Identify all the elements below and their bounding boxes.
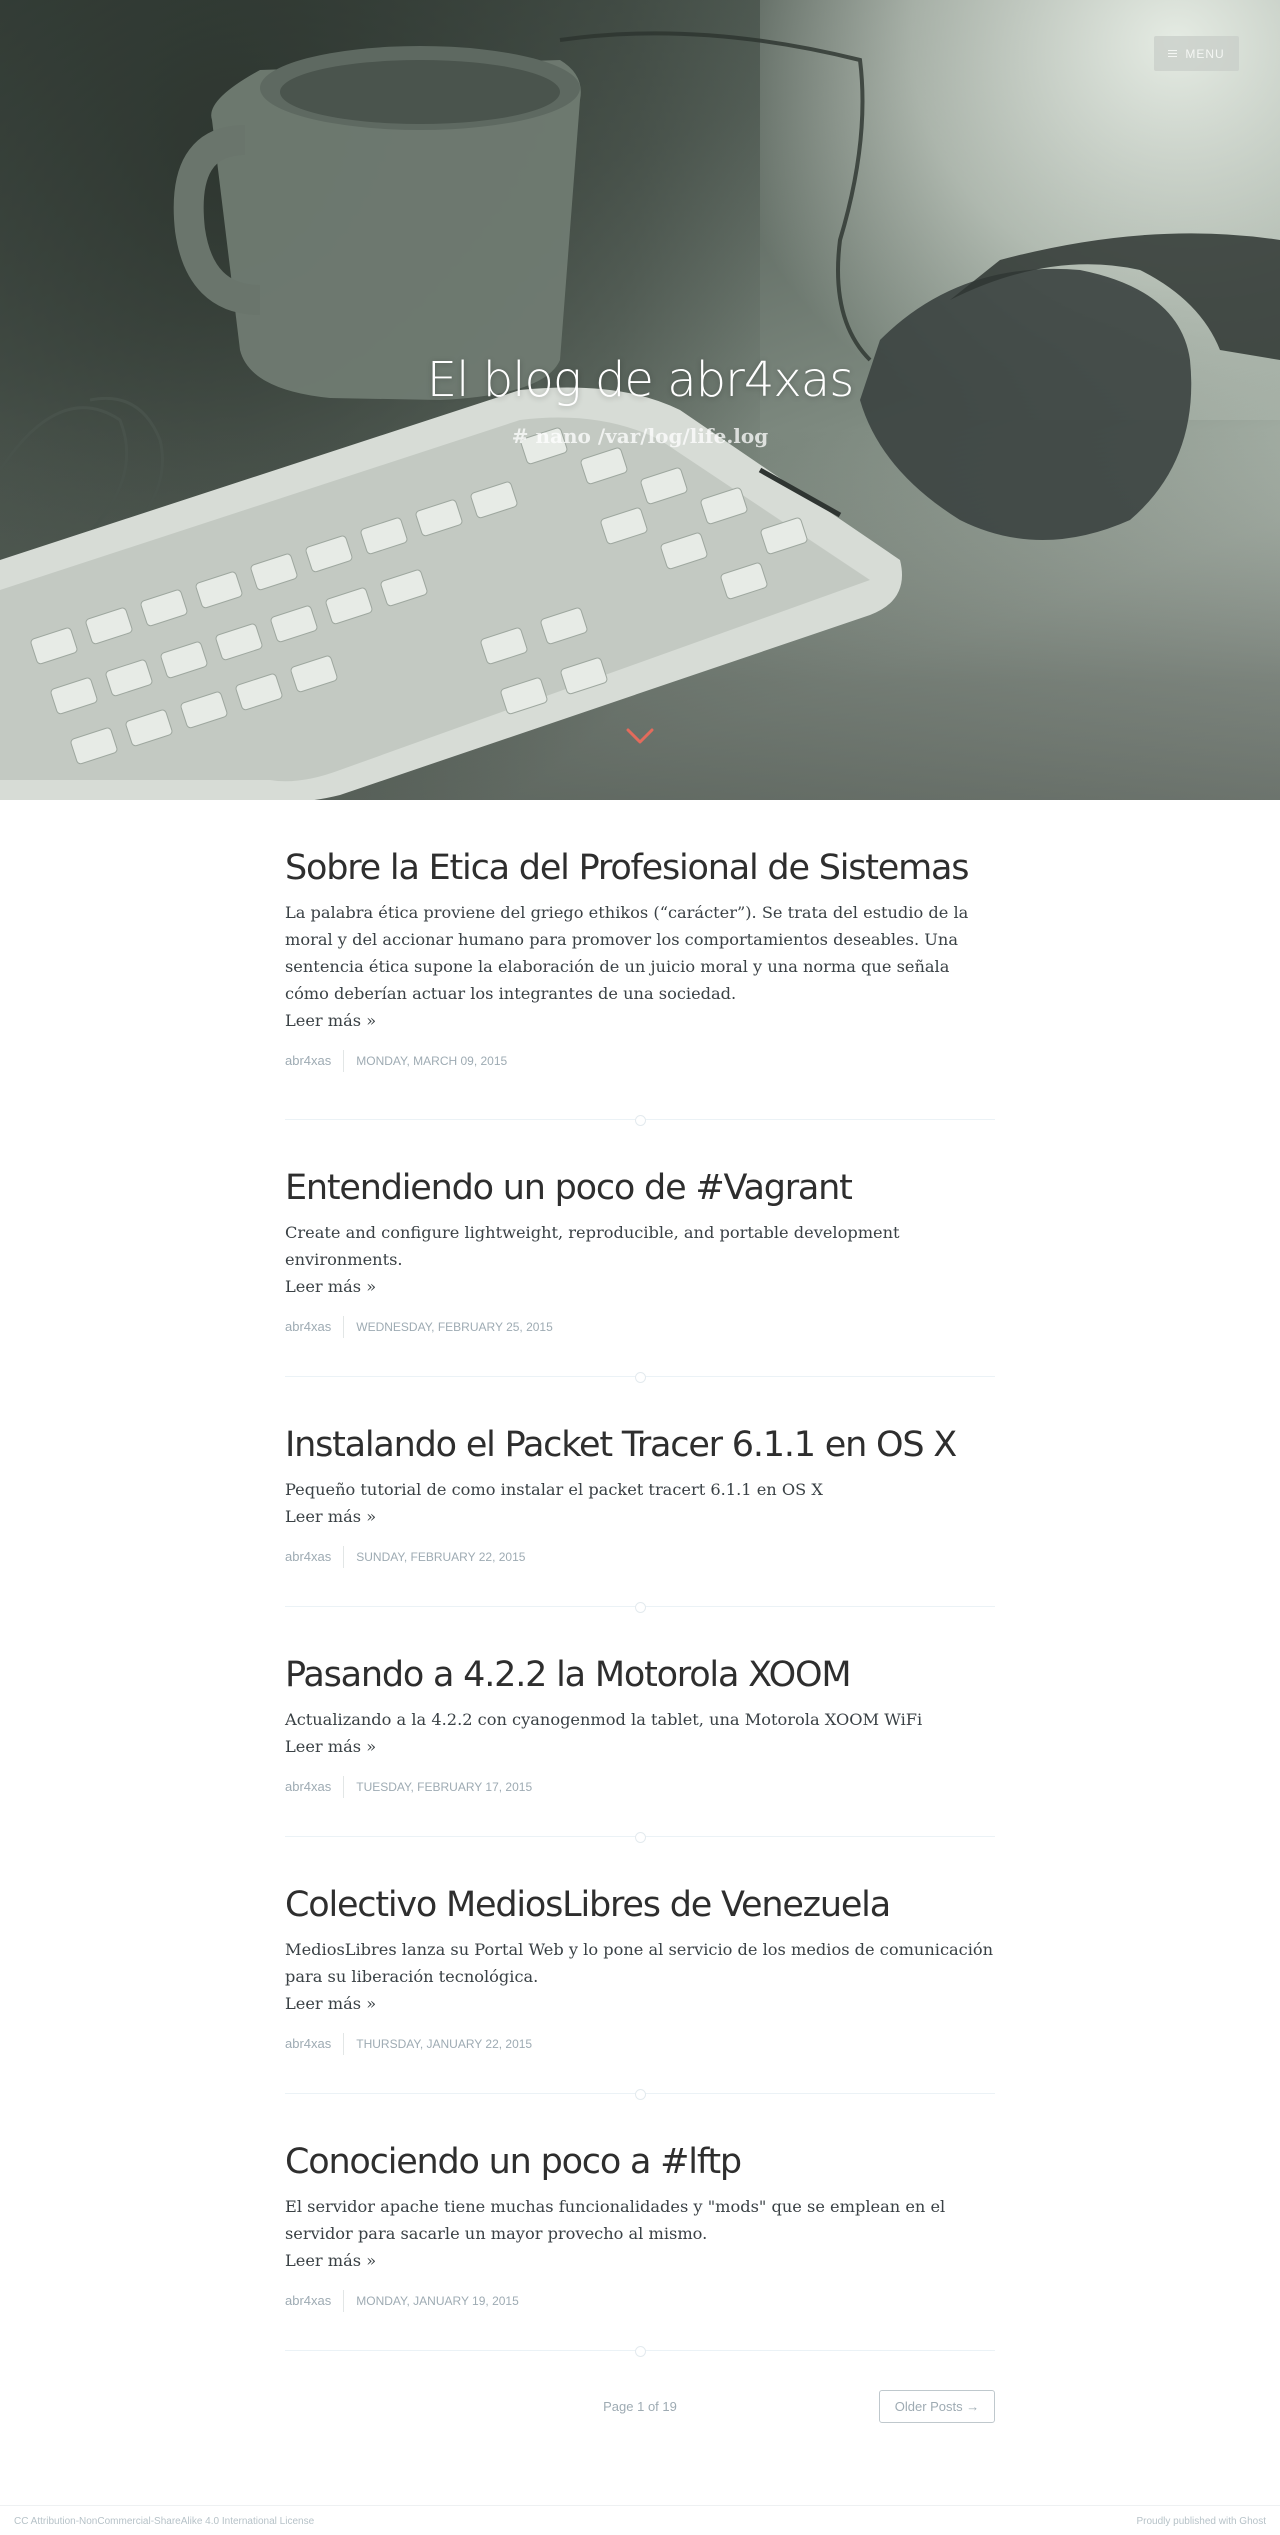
post-meta: abr4xas Monday, March 09, 2015	[285, 1050, 995, 1072]
post-meta: abr4xas Wednesday, February 25, 2015	[285, 1316, 995, 1338]
post-excerpt-text: Pequeño tutorial de como instalar el pac…	[285, 1480, 823, 1499]
post-meta: abr4xas Tuesday, February 17, 2015	[285, 1776, 995, 1798]
post-excerpt-text: MediosLibres lanza su Portal Web y lo po…	[285, 1940, 994, 1986]
read-more-link[interactable]: Leer más »	[285, 1503, 995, 1530]
blog-title[interactable]: El blog de abr4xas	[0, 352, 1280, 408]
post-author[interactable]: abr4xas	[285, 1546, 345, 1568]
post-author[interactable]: abr4xas	[285, 2290, 345, 2312]
post-card: Sobre la Etica del Profesional de Sistem…	[285, 800, 995, 1126]
post-date: Tuesday, February 17, 2015	[356, 1780, 533, 1794]
post-title[interactable]: Instalando el Packet Tracer 6.1.1 en OS …	[285, 1423, 995, 1467]
post-date: Monday, January 19, 2015	[356, 2294, 519, 2308]
post-excerpt-text: El servidor apache tiene muchas funciona…	[285, 2197, 946, 2243]
post-meta: abr4xas Thursday, January 22, 2015	[285, 2033, 995, 2055]
post-card: Instalando el Packet Tracer 6.1.1 en OS …	[285, 1377, 995, 1613]
menu-button-label: MENU	[1185, 46, 1225, 61]
post-date: Sunday, February 22, 2015	[356, 1550, 526, 1564]
read-more-link[interactable]: Leer más »	[285, 1990, 995, 2017]
post-excerpt-text: Create and configure lightweight, reprod…	[285, 1223, 900, 1269]
post-date: Monday, March 09, 2015	[356, 1054, 508, 1068]
powered-by-ghost-link[interactable]: Proudly published with Ghost	[1136, 2516, 1266, 2527]
post-title[interactable]: Sobre la Etica del Profesional de Sistem…	[285, 846, 995, 890]
post-meta: abr4xas Sunday, February 22, 2015	[285, 1546, 995, 1568]
post-excerpt: La palabra ética proviene del griego eth…	[285, 899, 995, 1034]
post-title[interactable]: Conociendo un poco a #lftp	[285, 2140, 995, 2184]
post-author[interactable]: abr4xas	[285, 1316, 345, 1338]
post-excerpt: Pequeño tutorial de como instalar el pac…	[285, 1476, 995, 1530]
post-excerpt: Create and configure lightweight, reprod…	[285, 1219, 995, 1300]
read-more-link[interactable]: Leer más »	[285, 1273, 995, 1300]
post-card: Colectivo MediosLibres de Venezuela Medi…	[285, 1837, 995, 2100]
post-excerpt: Actualizando a la 4.2.2 con cyanogenmod …	[285, 1706, 995, 1760]
scroll-down-arrow-icon[interactable]	[625, 725, 655, 749]
hamburger-icon	[1168, 50, 1178, 57]
post-title[interactable]: Entendiendo un poco de #Vagrant	[285, 1166, 995, 1210]
post-author[interactable]: abr4xas	[285, 2033, 345, 2055]
post-date: Wednesday, February 25, 2015	[356, 1320, 553, 1334]
older-posts-button[interactable]: Older Posts →	[879, 2390, 995, 2423]
post-card: Conociendo un poco a #lftp El servidor a…	[285, 2094, 995, 2357]
post-excerpt-text: Actualizando a la 4.2.2 con cyanogenmod …	[285, 1710, 923, 1729]
read-more-link[interactable]: Leer más »	[285, 1733, 995, 1760]
site-footer: CC Attribution-NonCommercial-ShareAlike …	[0, 2505, 1280, 2535]
post-author[interactable]: abr4xas	[285, 1050, 345, 1072]
post-meta: abr4xas Monday, January 19, 2015	[285, 2290, 995, 2312]
pagination: Page 1 of 19 Older Posts →	[285, 2390, 995, 2425]
post-card: Entendiendo un poco de #Vagrant Create a…	[285, 1120, 995, 1383]
post-title[interactable]: Pasando a 4.2.2 la Motorola XOOM	[285, 1653, 995, 1697]
keyboard-illustration	[0, 387, 902, 800]
post-author[interactable]: abr4xas	[285, 1776, 345, 1798]
blog-cover-header: MENU El blog de abr4xas # nano /var/log/…	[0, 0, 1280, 800]
post-excerpt: El servidor apache tiene muchas funciona…	[285, 2193, 995, 2274]
license-link[interactable]: CC Attribution-NonCommercial-ShareAlike …	[14, 2516, 314, 2527]
post-divider	[285, 2346, 995, 2357]
blog-description: # nano /var/log/life.log	[511, 424, 769, 448]
read-more-link[interactable]: Leer más »	[285, 2247, 995, 2274]
post-excerpt: MediosLibres lanza su Portal Web y lo po…	[285, 1936, 995, 2017]
read-more-link[interactable]: Leer más »	[285, 1007, 995, 1034]
post-title[interactable]: Colectivo MediosLibres de Venezuela	[285, 1883, 995, 1927]
post-excerpt-text: La palabra ética proviene del griego eth…	[285, 903, 969, 1003]
menu-button[interactable]: MENU	[1154, 36, 1239, 71]
post-card: Pasando a 4.2.2 la Motorola XOOM Actuali…	[285, 1607, 995, 1843]
post-date: Thursday, January 22, 2015	[356, 2037, 533, 2051]
mug-illustration	[173, 46, 581, 400]
post-list: Sobre la Etica del Profesional de Sistem…	[285, 800, 995, 2357]
